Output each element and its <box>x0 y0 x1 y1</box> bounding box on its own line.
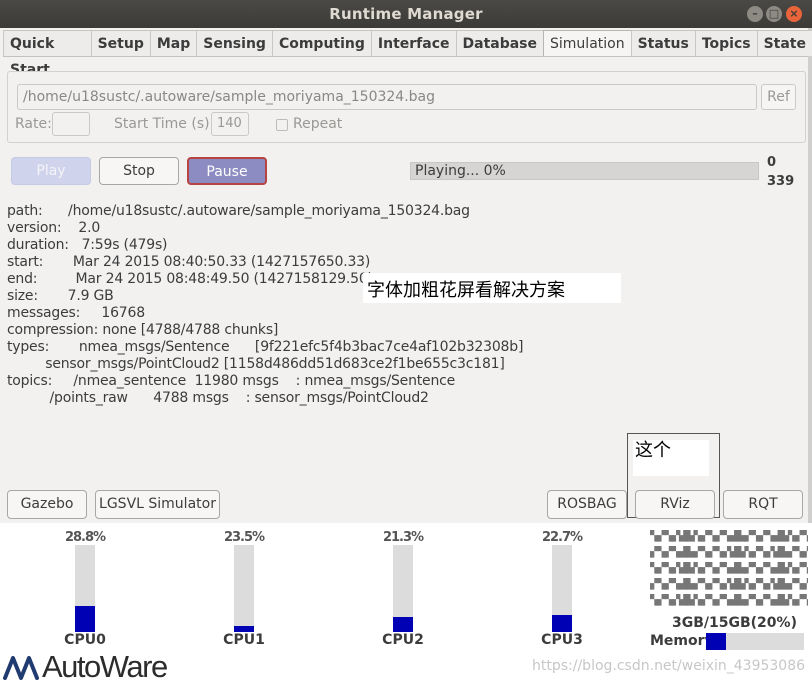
cpu2-label: CPU2 <box>382 632 424 648</box>
annotation-note: 字体加粗花屏看解决方案 <box>363 273 621 303</box>
tab-simulation[interactable]: Simulation <box>543 30 632 56</box>
tab-quick-start[interactable]: Quick Start <box>3 30 92 78</box>
cpu0-percent: 28.8% <box>64 530 106 545</box>
start-time-input[interactable]: 140 <box>211 112 249 136</box>
process-line-garbled: ▞▚▞▚▟▙▞▚▞▚▞▟▙▚▞▚▞▟▙▞▚▞▚ <box>650 578 808 590</box>
tab-topics[interactable]: Topics <box>694 30 758 56</box>
counter-current: 0 <box>767 155 777 170</box>
cpu2-bar <box>393 545 413 632</box>
playback-progress-bar: Playing... 0% <box>410 162 759 180</box>
gazebo-button[interactable]: Gazebo <box>7 490 87 519</box>
logo-text: AutoWare <box>42 649 168 684</box>
rate-input[interactable] <box>52 112 90 136</box>
watermark: https://blog.csdn.net/weixin_43953086 <box>532 658 806 674</box>
tab-divider <box>3 56 808 57</box>
tab-state[interactable]: State <box>756 30 812 56</box>
cpu1-percent: 23.5% <box>223 530 265 545</box>
autoware-logo: AutoWare <box>3 649 168 684</box>
pause-button[interactable]: Pause <box>187 157 267 185</box>
progress-text: Playing... 0% <box>415 163 506 179</box>
cpu0-label: CPU0 <box>64 632 106 648</box>
tab-sensing[interactable]: Sensing <box>196 30 273 56</box>
info-duration: duration: 7:59s (479s) <box>7 237 168 253</box>
tab-map[interactable]: Map <box>149 30 198 56</box>
close-icon[interactable]: × <box>786 6 802 22</box>
tab-status[interactable]: Status <box>630 30 696 56</box>
play-button[interactable]: Play <box>11 157 91 185</box>
tab-bar: Quick Start Setup Map Sensing Computing … <box>3 30 812 78</box>
annotation-callout-text: 这个 <box>633 440 709 476</box>
info-topics: topics: /nmea_sentence 11980 msgs : nmea… <box>7 373 456 389</box>
title-bar: Runtime Manager – □ × <box>0 0 812 28</box>
info-end: end: Mar 24 2015 08:48:49.50 (1427158129… <box>7 271 373 287</box>
counter-total: 339 <box>767 174 795 189</box>
tab-computing[interactable]: Computing <box>271 30 372 56</box>
tab-interface[interactable]: Interface <box>370 30 457 56</box>
info-types-2: sensor_msgs/PointCloud2 [1158d486dd51d68… <box>7 356 505 372</box>
tab-setup[interactable]: Setup <box>90 30 151 56</box>
cpu3-percent: 22.7% <box>541 530 583 545</box>
bag-path-input[interactable]: /home/u18sustc/.autoware/sample_moriyama… <box>17 84 757 110</box>
info-path: path: /home/u18sustc/.autoware/sample_mo… <box>7 203 470 219</box>
memory-label: Memory <box>650 633 714 649</box>
info-size: size: 7.9 GB <box>7 288 114 304</box>
rqt-button[interactable]: RQT <box>723 490 803 519</box>
start-time-label: Start Time (s): <box>114 116 215 132</box>
cpu3-bar <box>552 545 572 632</box>
autoware-logo-icon <box>3 656 39 680</box>
info-types: types: nmea_msgs/Sentence [9f221efc5f4b3… <box>7 339 524 355</box>
cpu2-bar-fill <box>393 617 413 632</box>
memory-bar <box>706 633 804 650</box>
cpu1-label: CPU1 <box>223 632 265 648</box>
process-line-garbled: ▚▞▚▞▟▙▚▞▚▞▚▟▙▞▚▞▚▟▙▚▞▚▞ <box>650 594 808 606</box>
rosbag-button[interactable]: ROSBAG <box>547 490 627 519</box>
memory-bar-fill <box>706 633 726 650</box>
cpu0-bar <box>75 545 95 632</box>
info-start: start: Mar 24 2015 08:40:50.33 (14271576… <box>7 254 371 270</box>
info-version: version: 2.0 <box>7 220 101 236</box>
cpu1-bar <box>234 545 254 632</box>
repeat-checkbox[interactable] <box>276 119 288 131</box>
memory-usage-text: 3GB/15GB(20%) <box>672 615 797 631</box>
process-line-garbled: ▚▞▚▞▟▙▚▞▚▞▚▟▙▞▚▞▚▟▙▚▞▚▞ <box>650 562 808 574</box>
info-compression: compression: none [4788/4788 chunks] <box>7 322 279 338</box>
window-title: Runtime Manager <box>329 5 483 23</box>
info-topics-2: /points_raw 4788 msgs : sensor_msgs/Poin… <box>7 390 429 406</box>
process-line-garbled: ▞▚▞▚▟▙▞▚▞▚▞▟▙▚▞▚▞▟▙▞▚▞▚ <box>650 546 808 558</box>
cpu0-bar-fill <box>75 605 95 632</box>
cpu3-bar-fill <box>552 614 572 632</box>
process-line-garbled: ▚▞▚▞▟▙▚▞▚▞▚▟▙▞▚▞▚▟▙▚▞▚▞ <box>650 530 808 542</box>
repeat-label: Repeat <box>293 116 343 132</box>
rviz-button[interactable]: RViz <box>635 490 715 519</box>
maximize-icon[interactable]: □ <box>766 6 782 22</box>
cpu2-percent: 21.3% <box>382 530 424 545</box>
lgsvl-simulator-button[interactable]: LGSVL Simulator <box>95 490 220 519</box>
tab-database[interactable]: Database <box>455 30 545 56</box>
cpu3-label: CPU3 <box>541 632 583 648</box>
minimize-icon[interactable]: – <box>747 6 763 22</box>
ref-button[interactable]: Ref <box>761 84 796 110</box>
stop-button[interactable]: Stop <box>99 157 179 185</box>
rate-label: Rate: <box>15 116 52 132</box>
info-messages: messages: 16768 <box>7 305 145 321</box>
